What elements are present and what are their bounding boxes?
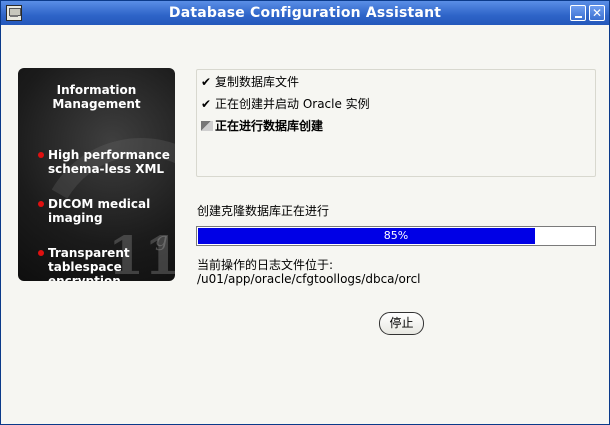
- feature-line: High performance: [48, 148, 170, 162]
- feature-line: imaging: [48, 211, 103, 225]
- banner-version-letter: g: [155, 227, 168, 251]
- banner-feature-encryption: Transparent tablespace encryption: [38, 246, 130, 281]
- checkmark-icon: ✔: [201, 75, 212, 89]
- stop-button[interactable]: 停止: [379, 312, 424, 335]
- close-button[interactable]: ✕: [589, 5, 605, 21]
- banner-heading: Information Management: [18, 83, 175, 111]
- checkmark-icon: ✔: [201, 97, 212, 111]
- step-label: 正在进行数据库创建: [215, 119, 324, 133]
- feature-line: encryption: [48, 274, 121, 281]
- step-list-panel: ✔ 复制数据库文件 ✔ 正在创建并启动 Oracle 实例 正在进行数据库创建: [196, 69, 596, 177]
- step-item: ✔ 正在创建并启动 Oracle 实例: [201, 96, 370, 112]
- progress-bar: 85%: [196, 226, 596, 246]
- minimize-button[interactable]: [570, 5, 586, 21]
- title-bar[interactable]: Database Configuration Assistant ✕: [1, 1, 609, 25]
- step-label: 复制数据库文件: [215, 75, 300, 89]
- log-path: /u01/app/oracle/cfgtoollogs/dbca/orcl: [197, 272, 421, 286]
- minimize-icon: [575, 16, 582, 18]
- banner-heading-line1: Information: [56, 83, 137, 97]
- oracle-11g-banner: 11 g Information Management High perform…: [18, 68, 175, 281]
- banner-feature-dicom: DICOM medical imaging: [38, 197, 151, 225]
- progress-percent: 85%: [383, 229, 409, 242]
- step-label: 正在创建并启动 Oracle 实例: [215, 97, 370, 111]
- feature-line: DICOM medical: [48, 197, 151, 211]
- status-text: 创建克隆数据库正在进行: [197, 204, 330, 218]
- dbca-window: Database Configuration Assistant ✕ 11 g …: [0, 0, 610, 425]
- banner-feature-xml: High performance schema-less XML: [38, 148, 170, 176]
- in-progress-icon: [201, 121, 213, 131]
- feature-line: tablespace: [48, 260, 122, 274]
- log-location-label: 当前操作的日志文件位于:: [197, 258, 334, 272]
- banner-heading-line2: Management: [52, 97, 141, 111]
- content-area: 11 g Information Management High perform…: [2, 25, 608, 424]
- bullet-icon: [38, 250, 44, 256]
- bullet-icon: [38, 152, 44, 158]
- step-item: ✔ 复制数据库文件: [201, 74, 299, 90]
- step-item-running: 正在进行数据库创建: [201, 118, 323, 134]
- bullet-icon: [38, 201, 44, 207]
- feature-line: schema-less XML: [48, 162, 165, 176]
- window-title: Database Configuration Assistant: [168, 5, 442, 21]
- feature-line: Transparent: [48, 246, 130, 260]
- close-icon: ✕: [591, 6, 603, 20]
